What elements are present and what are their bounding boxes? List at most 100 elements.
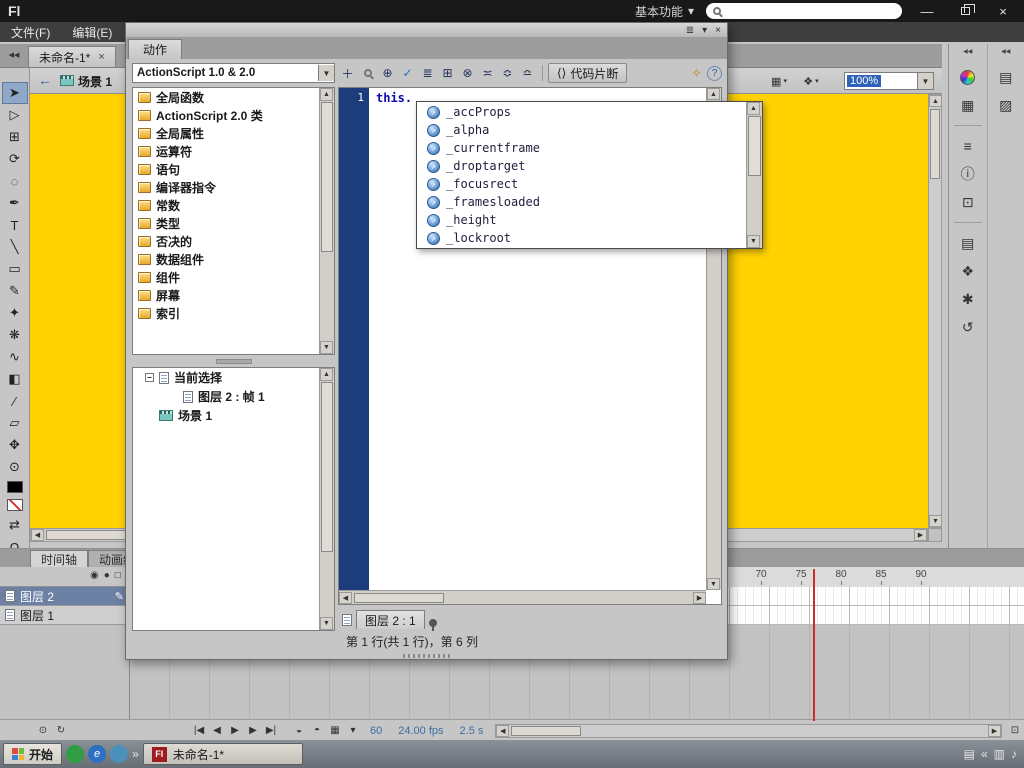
scroll-up-icon[interactable]: ▲ [320, 368, 333, 381]
code-line[interactable]: this. [376, 91, 412, 105]
align-panel-icon[interactable]: ≡ [955, 134, 981, 158]
combo-dropdown-icon[interactable]: ▼ [318, 65, 334, 81]
restore-button[interactable] [952, 2, 978, 20]
fill-color-swatch[interactable] [6, 499, 23, 511]
collapse-dock-icon[interactable]: ◀◀ [963, 48, 972, 55]
scroll-right-icon[interactable]: ▶ [914, 529, 927, 541]
swap-colors-icon[interactable]: ⇄ [2, 514, 28, 536]
scroll-left-icon[interactable]: ◀ [339, 591, 352, 604]
toolbox-category-item[interactable]: 数据组件 [133, 250, 319, 268]
scroll-left-icon[interactable]: ◀ [31, 529, 44, 541]
stage-vertical-scrollbar[interactable]: ▲ ▼ [928, 94, 942, 528]
subselection-tool[interactable]: ▷ [2, 104, 28, 126]
scroll-up-icon[interactable]: ▲ [707, 88, 720, 100]
actions-panel-header[interactable]: ≣ ▾ × [126, 23, 727, 38]
frame-script-item[interactable]: 图层 2 : 帧 1 [133, 387, 334, 406]
tray-collapse-icon[interactable]: « [981, 747, 988, 761]
edit-symbols-button[interactable]: ❖ ▾ [798, 72, 824, 90]
timeline-horizontal-scrollbar[interactable]: ◀ ▶ [495, 723, 1002, 738]
color-panel-icon[interactable] [955, 65, 981, 89]
code-hint-item[interactable]: ↗ _framesloaded [417, 193, 746, 211]
go-first-frame-icon[interactable]: |◀ [190, 723, 208, 739]
motion-presets-panel-icon[interactable]: ✱ [955, 287, 981, 311]
menu-file[interactable]: 文件(F) [0, 24, 61, 41]
rotate-3d-tool[interactable]: ⟳ [2, 148, 28, 170]
code-hint-item[interactable]: ↗ _currentframe [417, 139, 746, 157]
expand-all-icon[interactable]: ≏ [518, 64, 537, 83]
pane-splitter[interactable] [132, 357, 335, 365]
tab-actions[interactable]: 动作 [128, 39, 183, 59]
code-hint-item[interactable]: ↗ _focusrect [417, 175, 746, 193]
lock-all-icon[interactable]: ● [104, 570, 110, 581]
current-selection-item[interactable]: − 当前选择 [133, 368, 334, 387]
toolbox-category-item[interactable]: 类型 [133, 214, 319, 232]
scroll-up-icon[interactable]: ▲ [320, 88, 333, 101]
help-icon[interactable]: ? [707, 65, 722, 81]
taskbar-flash-window[interactable]: Fl 未命名-1* [142, 743, 303, 765]
brush-tool[interactable]: ✦ [2, 302, 28, 324]
bone-tool[interactable]: ∿ [2, 346, 28, 368]
code-snippets-button[interactable]: ⟨⟩ 代码片断 [548, 63, 628, 83]
layer-row-2[interactable]: 图层 2 ✎ [0, 587, 129, 606]
toolbox-category-item[interactable]: 全局属性 [133, 124, 319, 142]
search-box[interactable] [706, 3, 902, 19]
code-hint-item[interactable]: ↗ _height [417, 211, 746, 229]
editor-horizontal-scrollbar[interactable]: ◀ ▶ [339, 590, 706, 604]
zoom-tool[interactable]: ⊙ [2, 456, 28, 478]
scrollbar-thumb[interactable] [930, 109, 940, 179]
edit-scene-button[interactable]: ▦ ▾ [766, 72, 792, 90]
pen-tool[interactable]: ✒ [2, 192, 28, 214]
components-panel-icon[interactable]: ❖ [955, 259, 981, 283]
onion-outline-icon[interactable]: ◓ [308, 723, 326, 739]
code-hint-item[interactable]: ↗ _alpha [417, 121, 746, 139]
toolbox-category-item[interactable]: ActionScript 2.0 类 [133, 106, 319, 124]
scrollbar-thumb[interactable] [321, 102, 333, 252]
stroke-color-swatch[interactable] [6, 481, 23, 493]
collapse-braces-icon[interactable]: ≍ [478, 64, 497, 83]
collapse-node-icon[interactable]: − [145, 373, 154, 382]
back-arrow-icon[interactable]: ← [36, 72, 54, 90]
paint-bucket-tool[interactable]: ◧ [2, 368, 28, 390]
scroll-down-icon[interactable]: ▼ [747, 235, 760, 248]
toolbox-category-item[interactable]: 编译器指令 [133, 178, 319, 196]
current-frame-value[interactable]: 60 [370, 725, 382, 737]
swatches-panel-icon[interactable]: ▦ [955, 93, 981, 117]
edit-multiple-frames-icon[interactable]: ▦ [326, 723, 344, 739]
tray-input-icon[interactable]: ▤ [964, 747, 975, 761]
history-panel-icon[interactable]: ↺ [955, 315, 981, 339]
selection-tool[interactable]: ➤ [1, 82, 28, 104]
search-input[interactable] [726, 5, 895, 17]
go-last-frame-icon[interactable]: ▶| [262, 723, 280, 739]
quick-launch-overflow-icon[interactable]: » [132, 747, 139, 761]
toolbox-category-item[interactable]: 索引 [133, 304, 319, 322]
navigator-scrollbar[interactable]: ▲ ▼ [319, 368, 334, 630]
toolbox-category-item[interactable]: 否决的 [133, 232, 319, 250]
scroll-down-icon[interactable]: ▼ [320, 341, 333, 354]
code-hint-item[interactable]: ↗ _droptarget [417, 157, 746, 175]
info-panel-icon[interactable]: ⓘ [955, 162, 981, 186]
toolbox-category-item[interactable]: 组件 [133, 268, 319, 286]
onion-skin-icon[interactable]: ◒ [290, 723, 308, 739]
hand-tool[interactable]: ✥ [2, 434, 28, 456]
scroll-right-icon[interactable]: ▶ [693, 591, 706, 604]
code-hint-scrollbar[interactable]: ▲ ▼ [746, 102, 762, 248]
show-hide-all-icon[interactable]: ◉ [90, 570, 99, 581]
properties-panel-icon[interactable]: ▤ [993, 65, 1019, 89]
show-code-hints-icon[interactable]: ⊞ [438, 64, 457, 83]
library-panel-icon[interactable]: ▤ [955, 231, 981, 255]
script-tab[interactable]: 图层 2 : 1 [356, 610, 425, 629]
add-script-icon[interactable]: ＋ [338, 64, 357, 83]
document-tab-close-icon[interactable]: × [98, 51, 104, 63]
document-tab[interactable]: 未命名-1* × [28, 46, 116, 67]
zoom-combo[interactable]: 100% ▼ [844, 72, 934, 90]
actionscript-version-combo[interactable]: ActionScript 1.0 & 2.0 ▼ [132, 63, 335, 83]
scroll-right-icon[interactable]: ▶ [988, 724, 1001, 737]
tab-timeline[interactable]: 时间轴 [30, 550, 89, 567]
scene-label[interactable]: 场景 1 [78, 73, 112, 90]
pencil-tool[interactable]: ✎ [2, 280, 28, 302]
scrollbar-thumb[interactable] [748, 116, 761, 176]
scroll-down-icon[interactable]: ▼ [929, 515, 942, 527]
toolbox-category-item[interactable]: 屏幕 [133, 286, 319, 304]
toolbox-category-item[interactable]: 语句 [133, 160, 319, 178]
scroll-up-icon[interactable]: ▲ [929, 95, 942, 107]
